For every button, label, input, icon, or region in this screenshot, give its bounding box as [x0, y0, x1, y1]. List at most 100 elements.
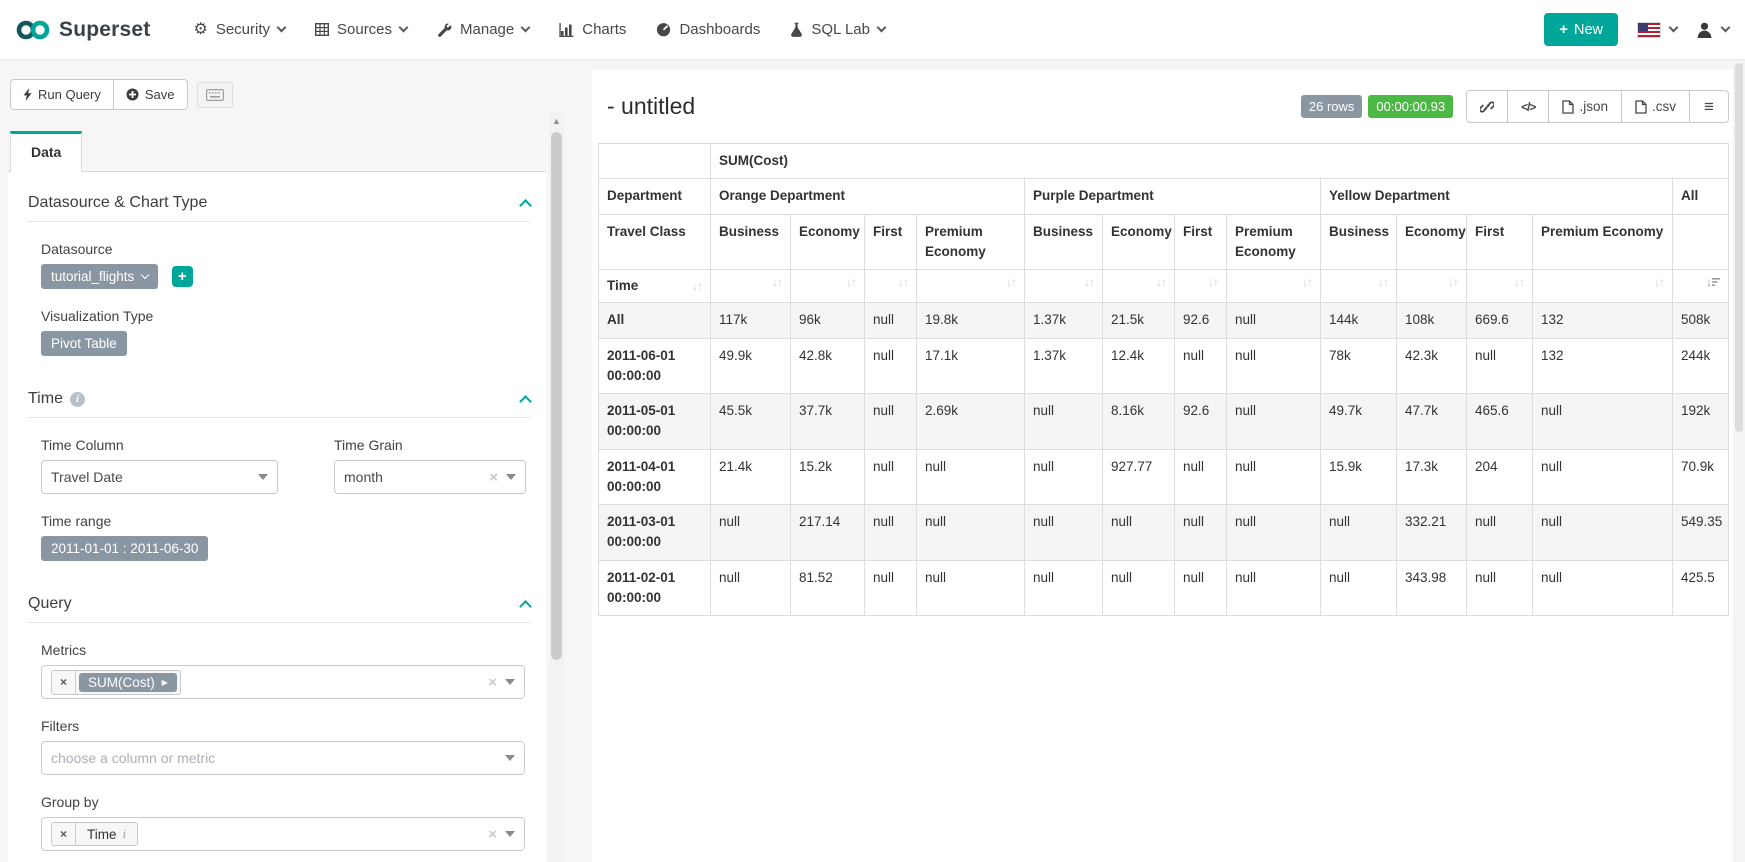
metrics-select[interactable]: × SUM(Cost) ▶ × — [41, 665, 525, 699]
scrollbar-thumb[interactable] — [551, 132, 562, 660]
export-csv-button[interactable]: .csv — [1621, 90, 1690, 123]
export-json-button[interactable]: .json — [1548, 90, 1622, 123]
visualization-type-label: Visualization Type — [41, 308, 530, 324]
pivot-value-cell: null — [1467, 505, 1533, 561]
time-grain-select[interactable]: month × — [334, 460, 526, 494]
groupby-select[interactable]: × Time i × — [41, 817, 525, 851]
new-button[interactable]: + New — [1544, 13, 1618, 46]
sort-icon[interactable]: ↓↑ — [772, 276, 782, 288]
file-json-icon — [1562, 100, 1574, 114]
keyboard-shortcuts-button[interactable] — [197, 82, 233, 108]
pivot-value-cell: 927.77 — [1103, 449, 1175, 505]
groupby-token: × Time i — [51, 822, 138, 846]
pivot-value-cell: null — [1467, 338, 1533, 394]
infinity-logo-icon — [16, 18, 50, 42]
nav-manage[interactable]: Manage — [437, 21, 529, 38]
sort-icon[interactable]: ↓↑ — [1208, 276, 1218, 288]
sort-header: ↓↑ — [711, 270, 791, 303]
sort-icon[interactable]: ↓↑ — [1006, 276, 1016, 288]
visualization-type-select[interactable]: Pivot Table — [41, 331, 127, 356]
clear-icon[interactable]: × — [488, 674, 497, 691]
left-panel-scrollbar[interactable]: ▲ — [549, 112, 564, 862]
chevron-down-icon — [1721, 23, 1731, 33]
travel-class-column-header: Business — [711, 214, 791, 270]
clear-icon[interactable]: × — [489, 469, 498, 486]
travel-class-column-header: First — [1175, 214, 1227, 270]
flask-icon — [790, 22, 803, 37]
clear-icon[interactable]: × — [488, 826, 497, 843]
pivot-value-cell: 117k — [711, 303, 791, 338]
pivot-value-cell: 12.4k — [1103, 338, 1175, 394]
pivot-value-cell: null — [1103, 505, 1175, 561]
chart-menu-button[interactable]: ≡ — [1689, 90, 1729, 123]
sort-icon[interactable]: ↓↑ — [1448, 276, 1458, 288]
language-selector[interactable] — [1638, 23, 1677, 37]
sort-icon[interactable]: ↓↑ — [692, 280, 702, 292]
pivot-value-cell: null — [1175, 449, 1227, 505]
scroll-up-icon[interactable]: ▲ — [549, 112, 564, 126]
filters-select[interactable]: choose a column or metric — [41, 741, 525, 775]
user-menu[interactable] — [1697, 22, 1729, 38]
pivot-value-cell: null — [865, 338, 917, 394]
nav-charts[interactable]: Charts — [559, 21, 626, 38]
nav-sources[interactable]: Sources — [315, 21, 407, 38]
save-button[interactable]: Save — [113, 79, 188, 110]
pivot-value-cell: 508k — [1673, 303, 1729, 338]
row-label: 2011-06-0100:00:00 — [599, 338, 711, 394]
section-title: Datasource & Chart Type — [28, 194, 207, 212]
sort-icon[interactable]: ↓↑ — [1378, 276, 1388, 288]
code-icon: </> — [1521, 100, 1535, 114]
collapse-section-icon[interactable] — [519, 199, 532, 212]
sort-icon[interactable]: ↓↑ — [1654, 276, 1664, 288]
sort-icon[interactable]: ↓↑ — [1084, 276, 1094, 288]
sort-icon[interactable]: ↓↑ — [898, 276, 908, 288]
pivot-row: 2011-04-0100:00:0021.4k15.2knullnullnull… — [599, 449, 1729, 505]
run-query-button[interactable]: Run Query — [10, 79, 114, 110]
time-column-select[interactable]: Travel Date — [41, 460, 278, 494]
sort-icon[interactable]: ↓↑ — [846, 276, 856, 288]
travel-class-dimension-header: Travel Class — [599, 214, 711, 270]
collapse-section-icon[interactable] — [519, 600, 532, 613]
sort-header: ↓↑ — [1321, 270, 1397, 303]
pivot-value-cell: null — [1227, 449, 1321, 505]
sort-icon[interactable]: ↓↑ — [1514, 276, 1524, 288]
datasource-select[interactable]: tutorial_flights — [41, 264, 158, 289]
superset-logo[interactable]: Superset — [16, 18, 150, 42]
chart-title[interactable]: - untitled — [607, 93, 695, 120]
sort-desc-icon[interactable]: ↓ — [1706, 276, 1720, 288]
chevron-down-icon — [1669, 23, 1679, 33]
time-grain-label: Time Grain — [334, 437, 526, 453]
scrollbar-thumb[interactable] — [1735, 63, 1743, 432]
time-range-button[interactable]: 2011-01-01 : 2011-06-30 — [41, 536, 208, 561]
chevron-down-icon — [521, 23, 531, 33]
pivot-value-cell: 1.37k — [1025, 338, 1103, 394]
filters-label: Filters — [41, 718, 530, 734]
share-link-button[interactable] — [1466, 90, 1508, 123]
sort-icon[interactable]: ↓↑ — [1302, 276, 1312, 288]
nav-dashboards[interactable]: Dashboards — [656, 21, 760, 38]
pivot-value-cell: 78k — [1321, 338, 1397, 394]
remove-token-icon[interactable]: × — [52, 823, 76, 845]
sort-icon[interactable]: ↓↑ — [1156, 276, 1166, 288]
remove-token-icon[interactable]: × — [52, 671, 76, 694]
pivot-value-cell: 19.8k — [917, 303, 1025, 338]
nav-sql-lab[interactable]: SQL Lab — [790, 21, 885, 38]
sort-header: ↓↑ — [1397, 270, 1467, 303]
pivot-value-cell: 70.9k — [1673, 449, 1729, 505]
metric-token-label[interactable]: SUM(Cost) ▶ — [79, 673, 177, 692]
page-scrollbar[interactable] — [1733, 60, 1745, 862]
travel-class-column-header: First — [865, 214, 917, 270]
caret-right-icon: ▶ — [162, 678, 168, 687]
row-label: 2011-05-0100:00:00 — [599, 394, 711, 450]
pivot-value-cell: 21.4k — [711, 449, 791, 505]
pivot-row: All117k96knull19.8k1.37k21.5k92.6null144… — [599, 303, 1729, 338]
chevron-down-icon — [877, 23, 887, 33]
user-icon — [1697, 22, 1712, 38]
collapse-section-icon[interactable] — [519, 395, 532, 408]
pivot-value-cell: 669.6 — [1467, 303, 1533, 338]
cogs-icon: ⚙ — [193, 22, 207, 38]
nav-security[interactable]: ⚙ Security — [193, 21, 285, 38]
add-datasource-button[interactable]: + — [172, 266, 193, 287]
embed-code-button[interactable]: </> — [1507, 90, 1549, 123]
tab-data[interactable]: Data — [10, 131, 82, 172]
